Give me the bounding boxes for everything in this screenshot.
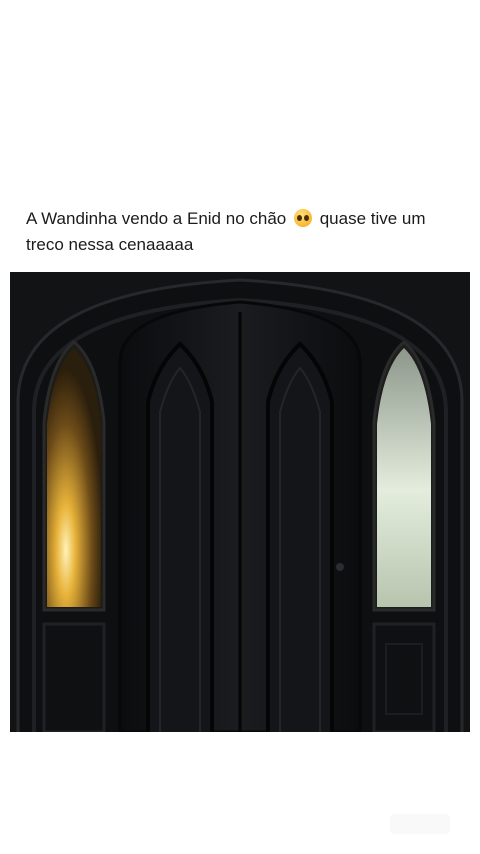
caption-line-2: treco nessa cenaaaaa bbox=[26, 235, 194, 254]
gothic-door-image bbox=[10, 272, 470, 732]
caption-text-start: A Wandinha vendo a Enid no chão bbox=[26, 209, 287, 228]
post-caption: A Wandinha vendo a Enid no chão quase ti… bbox=[26, 206, 466, 258]
video-frame[interactable] bbox=[10, 272, 470, 732]
watermark bbox=[390, 814, 450, 834]
caption-text-end: quase tive um bbox=[319, 209, 426, 228]
caption-line-1: A Wandinha vendo a Enid no chão quase ti… bbox=[26, 206, 466, 232]
pleading-face-emoji-icon bbox=[293, 209, 312, 227]
